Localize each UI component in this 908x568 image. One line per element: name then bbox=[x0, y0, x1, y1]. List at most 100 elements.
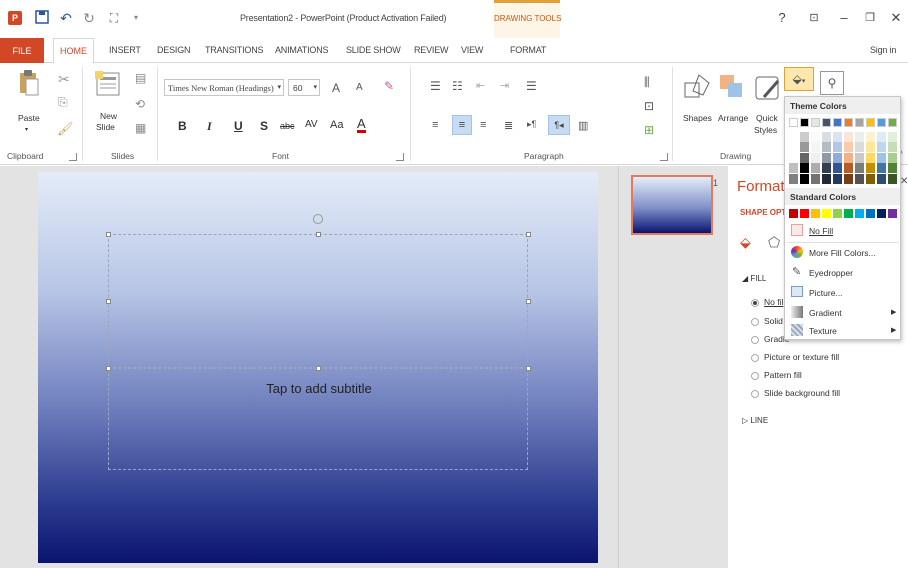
effects-icon[interactable]: ⬠ bbox=[768, 234, 780, 251]
theme-color-shade-swatch[interactable] bbox=[866, 152, 875, 163]
line-section-header[interactable]: ▷ LINE bbox=[742, 416, 768, 425]
layout-icon[interactable]: ▤ bbox=[135, 71, 146, 85]
theme-color-swatch[interactable] bbox=[855, 118, 864, 127]
tab-view[interactable]: VIEW bbox=[461, 45, 483, 55]
theme-color-shade-swatch[interactable] bbox=[800, 152, 809, 163]
theme-color-shade-swatch[interactable] bbox=[877, 132, 886, 142]
theme-color-shade-swatch[interactable] bbox=[800, 142, 809, 153]
shadow-button[interactable]: S bbox=[260, 119, 268, 133]
align-left-icon[interactable]: ≡ bbox=[432, 119, 438, 131]
align-text-icon[interactable]: ⊡ bbox=[644, 99, 654, 113]
more-fill-colors-menu-item[interactable]: More Fill Colors... bbox=[787, 243, 903, 263]
theme-color-shade-swatch[interactable] bbox=[811, 152, 820, 163]
theme-color-shade-swatch[interactable] bbox=[833, 132, 842, 142]
columns-icon[interactable]: ▥ bbox=[578, 119, 588, 132]
solid-fill-label[interactable]: Solid bbox=[764, 316, 783, 326]
standard-color-swatch[interactable] bbox=[833, 209, 842, 218]
theme-color-shade-swatch[interactable] bbox=[855, 132, 864, 142]
justify-icon[interactable]: ≣ bbox=[504, 119, 513, 132]
theme-color-shade-swatch[interactable] bbox=[877, 152, 886, 163]
theme-color-shade-swatch[interactable] bbox=[866, 163, 875, 174]
theme-color-shade-swatch[interactable] bbox=[800, 173, 809, 184]
standard-color-swatch[interactable] bbox=[789, 209, 798, 218]
pattern-fill-label[interactable]: Pattern fill bbox=[764, 370, 802, 380]
fill-section-header[interactable]: ◢ FILL bbox=[742, 274, 766, 283]
clear-formatting-icon[interactable]: ✎ bbox=[384, 79, 394, 93]
theme-color-shade-swatch[interactable] bbox=[888, 132, 897, 142]
start-from-beginning-icon[interactable]: ⛶ bbox=[106, 10, 122, 26]
theme-color-shade-swatch[interactable] bbox=[811, 142, 820, 153]
decrease-indent-icon[interactable]: ⇤ bbox=[476, 79, 485, 92]
text-direction-icon[interactable]: ⫼ bbox=[644, 75, 650, 90]
theme-color-swatch[interactable] bbox=[888, 118, 897, 127]
theme-color-shade-swatch[interactable] bbox=[833, 173, 842, 184]
theme-color-shade-swatch[interactable] bbox=[866, 142, 875, 153]
close-button[interactable]: ✕ bbox=[886, 8, 906, 28]
theme-color-swatch[interactable] bbox=[833, 118, 842, 127]
theme-color-swatch[interactable] bbox=[866, 118, 875, 127]
undo-icon[interactable]: ↶ bbox=[58, 10, 74, 26]
theme-color-shade-swatch[interactable] bbox=[800, 163, 809, 174]
new-slide-label[interactable]: New bbox=[100, 111, 117, 121]
fill-line-icon[interactable]: ⬙ bbox=[740, 234, 751, 251]
subtitle-placeholder[interactable]: Tap to add subtitle bbox=[108, 368, 528, 470]
tab-animations[interactable]: ANIMATIONS bbox=[275, 45, 329, 55]
theme-color-shade-swatch[interactable] bbox=[888, 163, 897, 174]
save-icon[interactable] bbox=[34, 10, 50, 26]
theme-color-shade-swatch[interactable] bbox=[811, 163, 820, 174]
slide-background-fill-label[interactable]: Slide background fill bbox=[764, 388, 840, 398]
font-launcher-icon[interactable] bbox=[396, 153, 404, 161]
theme-color-swatch[interactable] bbox=[877, 118, 886, 127]
theme-color-shade-swatch[interactable] bbox=[855, 163, 864, 174]
resize-handle[interactable] bbox=[106, 232, 111, 237]
new-slide-icon[interactable] bbox=[95, 71, 121, 97]
line-spacing-icon[interactable]: ☰ bbox=[526, 79, 537, 93]
theme-color-shade-swatch[interactable] bbox=[888, 142, 897, 153]
resize-handle[interactable] bbox=[316, 232, 321, 237]
smartart-icon[interactable]: ⊞ bbox=[644, 123, 654, 137]
font-name-dropdown-icon[interactable]: ▾ bbox=[277, 83, 281, 91]
theme-color-shade-swatch[interactable] bbox=[833, 152, 842, 163]
ltr-icon[interactable]: ▸¶ bbox=[527, 119, 536, 130]
standard-color-swatch[interactable] bbox=[811, 209, 820, 218]
shape-options-tab[interactable]: SHAPE OPT bbox=[740, 208, 786, 217]
quick-styles-label[interactable]: Quick bbox=[756, 113, 778, 123]
standard-color-swatch[interactable] bbox=[877, 209, 886, 218]
underline-button[interactable]: U bbox=[234, 119, 243, 133]
theme-color-shade-swatch[interactable] bbox=[833, 163, 842, 174]
theme-color-shade-swatch[interactable] bbox=[822, 152, 831, 163]
resize-handle[interactable] bbox=[316, 366, 321, 371]
tab-insert[interactable]: INSERT bbox=[109, 45, 141, 55]
picture-fill-label[interactable]: Picture or texture fill bbox=[764, 352, 839, 362]
font-color-button[interactable]: A bbox=[357, 117, 366, 133]
tab-design[interactable]: DESIGN bbox=[157, 45, 191, 55]
paste-icon[interactable] bbox=[18, 69, 40, 97]
rtl-button[interactable]: ¶◂ bbox=[548, 115, 570, 135]
theme-color-shade-swatch[interactable] bbox=[833, 142, 842, 153]
italic-button[interactable]: I bbox=[207, 119, 212, 134]
tab-home[interactable]: HOME bbox=[53, 38, 94, 64]
arrange-icon[interactable] bbox=[718, 73, 744, 101]
theme-color-shade-swatch[interactable] bbox=[811, 173, 820, 184]
paste-label[interactable]: Paste bbox=[18, 113, 40, 123]
theme-color-shade-swatch[interactable] bbox=[822, 163, 831, 174]
new-slide-label-2[interactable]: Slide bbox=[96, 122, 115, 132]
strikethrough-button[interactable]: abc bbox=[280, 121, 295, 131]
redo-icon[interactable]: ↻ bbox=[81, 10, 97, 26]
theme-color-shade-swatch[interactable] bbox=[822, 132, 831, 142]
no-fill-label[interactable]: No fil bbox=[764, 297, 783, 307]
copy-icon[interactable]: ⎘ bbox=[58, 95, 68, 110]
no-fill-menu-item[interactable]: No Fill bbox=[787, 221, 903, 241]
tab-format[interactable]: FORMAT bbox=[510, 45, 546, 55]
standard-color-swatch[interactable] bbox=[800, 209, 809, 218]
rotation-handle-icon[interactable] bbox=[313, 214, 323, 224]
bold-button[interactable]: B bbox=[178, 119, 187, 133]
theme-color-shade-swatch[interactable] bbox=[789, 152, 798, 163]
theme-color-shade-swatch[interactable] bbox=[789, 163, 798, 174]
minimize-button[interactable]: – bbox=[834, 8, 854, 28]
clipboard-launcher-icon[interactable] bbox=[69, 153, 77, 161]
theme-color-shade-swatch[interactable] bbox=[855, 173, 864, 184]
pane-close-icon[interactable]: ✕ bbox=[900, 176, 908, 187]
theme-color-shade-swatch[interactable] bbox=[844, 152, 853, 163]
align-right-icon[interactable]: ≡ bbox=[480, 119, 486, 131]
